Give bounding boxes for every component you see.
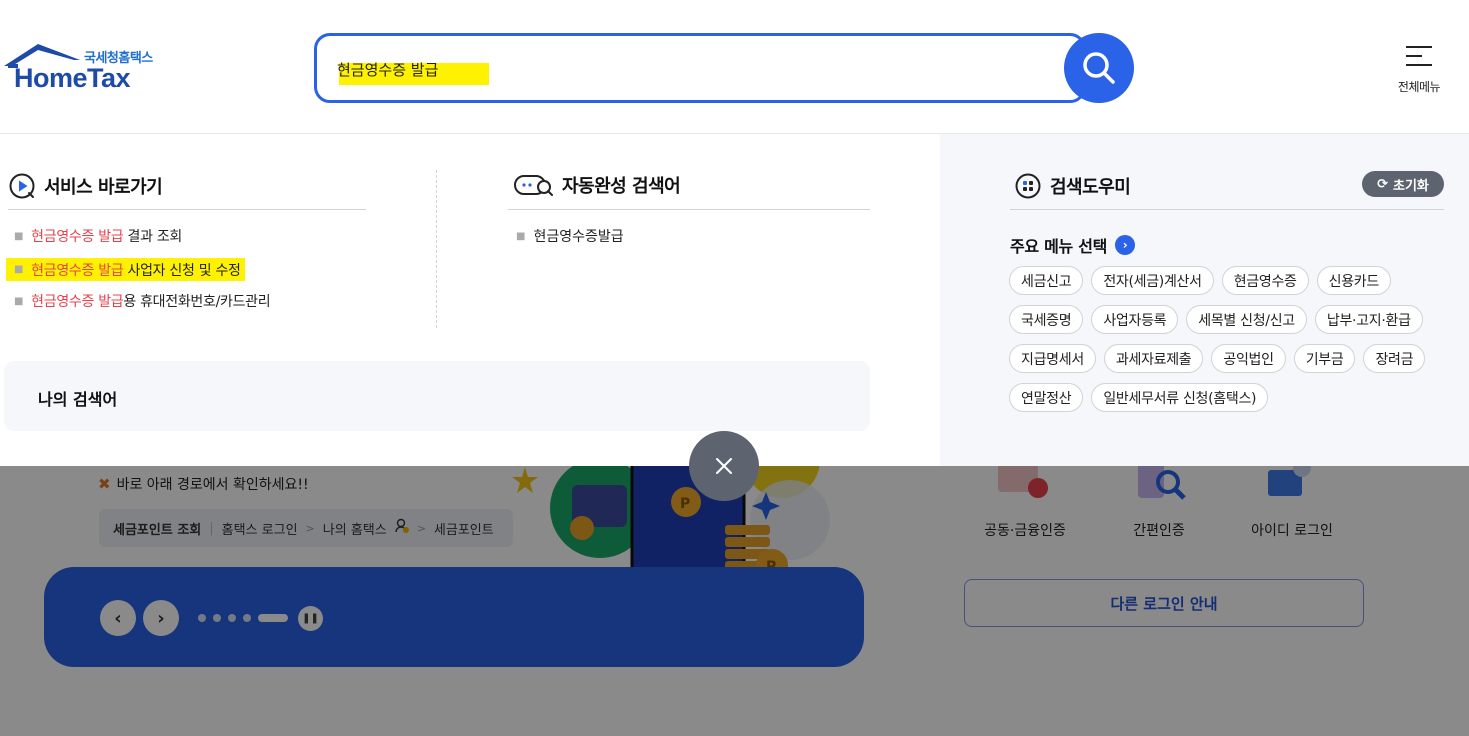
site-header: 국세청홈택스 HomeTax 전체메뉴 bbox=[0, 0, 1469, 134]
autocomplete-item[interactable]: ■ 현금영수증발급 bbox=[516, 226, 624, 246]
menu-chip[interactable]: 사업자등록 bbox=[1091, 305, 1179, 334]
autocomplete-heading: 자동완성 검색어 bbox=[514, 172, 681, 198]
grid-search-icon bbox=[1015, 173, 1041, 199]
prev-slide-button[interactable]: ‹ bbox=[100, 600, 136, 636]
play-circle-icon bbox=[9, 173, 35, 199]
menu-chip[interactable]: 지급명세서 bbox=[1009, 344, 1096, 373]
slide-indicator bbox=[198, 614, 288, 622]
lock-icon bbox=[395, 518, 409, 538]
my-search-title: 나의 검색어 bbox=[38, 390, 118, 409]
column-divider bbox=[436, 170, 437, 328]
other-login-button[interactable]: 다른 로그인 안내 bbox=[964, 579, 1364, 627]
slide-dot[interactable] bbox=[228, 614, 236, 622]
close-panel-button[interactable] bbox=[689, 431, 759, 501]
divider bbox=[1010, 209, 1444, 210]
full-menu-button[interactable]: 전체메뉴 bbox=[1390, 42, 1448, 98]
menu-chip[interactable]: 신용카드 bbox=[1316, 266, 1391, 295]
slide-dot[interactable] bbox=[213, 614, 221, 622]
bullet-icon: ■ bbox=[14, 230, 24, 242]
chevron-right-icon: > bbox=[305, 521, 315, 535]
main-menu-chips: 세금신고 전자(세금)계산서 현금영수증 신용카드 국세증명 사업자등록 세목별… bbox=[1009, 266, 1449, 412]
search-icon bbox=[1083, 52, 1115, 84]
menu-chip[interactable]: 납부·고지·환급 bbox=[1314, 305, 1423, 334]
menu-chip[interactable]: 전자(세금)계산서 bbox=[1091, 266, 1214, 295]
service-shortcut-item[interactable]: ■ 현금영수증 발급 결과 조회 bbox=[14, 226, 182, 246]
path-step: 나의 홈택스 bbox=[322, 522, 387, 538]
bullet-icon: ■ bbox=[14, 295, 24, 307]
menu-chip[interactable]: 과세자료제출 bbox=[1103, 344, 1204, 373]
next-slide-button[interactable]: › bbox=[143, 600, 179, 636]
chevron-left-icon: ‹ bbox=[114, 607, 122, 629]
bullet-icon: ■ bbox=[516, 230, 526, 242]
chevron-right-icon: > bbox=[416, 521, 426, 535]
menu-chip[interactable]: 장려금 bbox=[1363, 344, 1426, 373]
close-icon bbox=[716, 458, 732, 474]
notice-text: ✖ 바로 아래 경로에서 확인하세요!! bbox=[98, 475, 309, 493]
search-input[interactable] bbox=[337, 56, 937, 82]
login-option-simple[interactable]: 간편인증 bbox=[1089, 520, 1229, 540]
menu-chip[interactable]: 세목별 신청/신고 bbox=[1186, 305, 1307, 334]
chevron-right-icon[interactable]: › bbox=[1115, 235, 1136, 255]
login-option-id[interactable]: 아이디 로그인 bbox=[1222, 520, 1362, 540]
refresh-icon: ⟳ bbox=[1377, 176, 1388, 192]
menu-chip[interactable]: 현금영수증 bbox=[1221, 266, 1309, 295]
search-helper-heading: 검색도우미 bbox=[1014, 172, 1131, 200]
reset-button[interactable]: ⟳ 초기화 bbox=[1362, 171, 1444, 197]
service-shortcut-item[interactable]: ■ 현금영수증 발급 용 휴대전화번호/카드관리 bbox=[14, 291, 271, 311]
login-option-certificate[interactable]: 공동·금융인증 bbox=[955, 520, 1095, 540]
slide-dot[interactable] bbox=[198, 614, 206, 622]
my-search-box: 나의 검색어 bbox=[4, 361, 870, 431]
svg-text:P: P bbox=[680, 496, 690, 512]
path-breadcrumb: 세금포인트 조회 | 홈택스 로그인 > 나의 홈택스 > 세금포인트 bbox=[99, 509, 513, 547]
menu-chip[interactable]: 일반세무서류 신청(홈택스) bbox=[1091, 383, 1269, 412]
notice-icon: ✖ bbox=[98, 475, 111, 493]
menu-chip[interactable]: 국세증명 bbox=[1009, 305, 1084, 334]
search-dropdown-panel: 서비스 바로가기 ■ 현금영수증 발급 결과 조회 ■ 현금영수증 발급 사업자… bbox=[0, 134, 1469, 466]
menu-chip[interactable]: 기부금 bbox=[1293, 344, 1356, 373]
path-title: 세금포인트 조회 bbox=[113, 522, 202, 538]
search-box bbox=[314, 33, 1086, 103]
divider bbox=[8, 209, 366, 210]
full-menu-label: 전체메뉴 bbox=[1397, 80, 1441, 94]
chevron-right-icon: › bbox=[157, 607, 165, 629]
path-step: 홈택스 로그인 bbox=[221, 522, 298, 538]
menu-chip[interactable]: 공익법인 bbox=[1211, 344, 1286, 373]
path-step: 세금포인트 bbox=[433, 522, 494, 538]
chat-search-icon bbox=[514, 175, 553, 196]
search-button[interactable] bbox=[1064, 33, 1134, 103]
logo-title: HomeTax bbox=[14, 63, 131, 93]
divider bbox=[508, 209, 870, 210]
hamburger-icon bbox=[1406, 44, 1432, 68]
path-divider: | bbox=[209, 520, 214, 536]
slide-dot[interactable] bbox=[243, 614, 251, 622]
pause-icon: ❚❚ bbox=[302, 613, 319, 624]
main-menu-heading: 주요 메뉴 선택 › bbox=[1010, 233, 1136, 257]
menu-chip[interactable]: 세금신고 bbox=[1009, 266, 1084, 295]
service-shortcut-heading: 서비스 바로가기 bbox=[8, 172, 163, 200]
menu-chip[interactable]: 연말정산 bbox=[1009, 383, 1084, 412]
pause-slide-button[interactable]: ❚❚ bbox=[298, 606, 323, 631]
service-shortcut-item[interactable]: ■ 현금영수증 발급 사업자 신청 및 수정 bbox=[6, 258, 245, 281]
slide-dot-active[interactable] bbox=[258, 614, 288, 622]
bullet-icon: ■ bbox=[14, 264, 24, 275]
